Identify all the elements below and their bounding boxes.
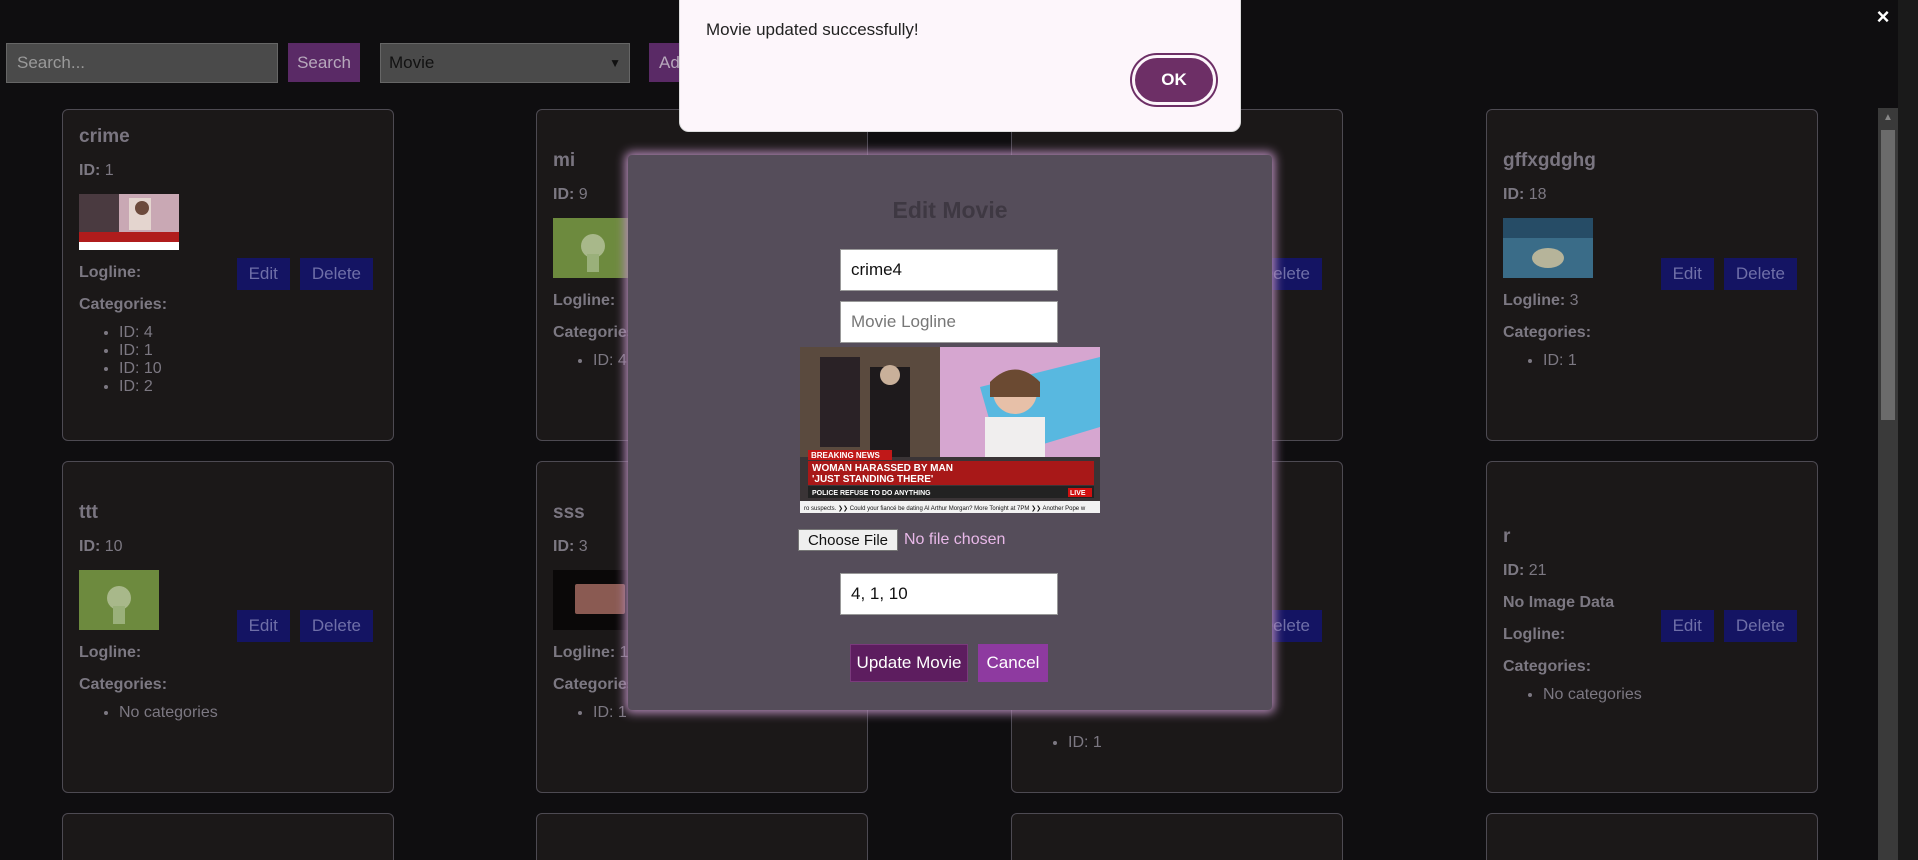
movie-card: gffxgdghg ID: 18 Edit Delete Logline: 3 … [1486,109,1818,441]
categories-input[interactable] [840,573,1058,615]
close-icon[interactable]: × [1872,6,1894,28]
card-title: gffxgdghg [1503,150,1596,171]
modal-title: Edit Movie [892,197,1008,223]
breaking-news-tag: BREAKING NEWS [811,451,881,460]
alert-dialog: Movie updated successfully! OK [679,0,1241,132]
card-image [553,218,633,278]
list-item: ID: 1 [1543,352,1801,370]
list-item: ID: 1 [119,342,377,360]
list-item: No categories [119,704,377,722]
card-actions: Edit Delete [236,258,373,290]
category-list: ID: 1 [1543,352,1801,370]
live-badge: LIVE [1070,490,1086,497]
type-select-value: Movie [389,53,435,72]
edit-button[interactable]: Edit [236,610,290,642]
scroll-thumb[interactable] [1881,130,1895,420]
edit-button[interactable]: Edit [236,258,290,290]
card-id: ID: 10 [79,538,123,555]
card-categories-label: Categories: [79,296,168,313]
type-select[interactable]: Movie ▼ [380,43,630,83]
edit-movie-modal: Edit Movie BREAKING NEWS WOMAN HARASSED … [628,155,1272,710]
movie-logline-input[interactable] [840,301,1058,343]
scrollbar[interactable]: ▲ [1878,108,1898,860]
cancel-button[interactable]: Cancel [978,644,1048,682]
choose-file-button[interactable]: Choose File [798,529,898,551]
card-image [1503,218,1593,278]
list-item: ID: 2 [119,378,377,396]
headline-line-1: WOMAN HARASSED BY MAN [812,463,953,474]
card-categories-label: Categories: [79,676,168,693]
delete-button[interactable]: Delete [1723,258,1797,290]
movie-card [1486,813,1818,860]
search-input[interactable] [6,43,278,83]
card-categories-label: Categories: [1503,658,1592,675]
update-movie-button[interactable]: Update Movie [850,644,968,682]
card-id: ID: 1 [79,162,114,179]
card-id: ID: 18 [1503,186,1547,203]
movie-card [1011,813,1343,860]
movie-name-input[interactable] [840,249,1058,291]
no-file-text: No file chosen [904,531,1006,548]
card-title: crime [79,126,130,147]
movie-card [536,813,868,860]
list-item: ID: 1 [1068,734,1102,752]
category-list: ID: 4 ID: 1 ID: 10 ID: 2 [119,324,377,396]
headline-sub: POLICE REFUSE TO DO ANYTHING [812,490,931,497]
card-actions: Edit Delete [1660,610,1797,642]
card-image [79,570,159,630]
movie-card: r ID: 21 No Image Data Edit Delete Logli… [1486,461,1818,793]
card-logline: Logline: [79,644,142,661]
scroll-up-icon[interactable]: ▲ [1882,112,1894,124]
search-button[interactable]: Search [288,43,360,82]
edit-button[interactable]: Edit [1660,258,1714,290]
movie-card: crime ID: 1 Edit Delete Logline: Categor… [62,109,394,441]
headline-line-2: 'JUST STANDING THERE' [812,474,933,485]
ok-button[interactable]: OK [1132,55,1216,105]
card-actions: Edit Delete [236,610,373,642]
card-image [79,194,179,250]
delete-button[interactable]: Delete [299,610,373,642]
chevron-down-icon: ▼ [609,56,621,70]
movie-image-preview: BREAKING NEWS WOMAN HARASSED BY MAN 'JUS… [800,347,1100,513]
card-id: ID: 21 [1503,562,1547,579]
card-actions: Edit Delete [1660,258,1797,290]
card-categories-label: Categories: [1503,324,1592,341]
delete-button[interactable]: Delete [1723,610,1797,642]
movie-card: ttt ID: 10 Edit Delete Logline: Categori… [62,461,394,793]
category-list: No categories [1543,686,1801,704]
list-item: No categories [1543,686,1801,704]
delete-button[interactable]: Delete [299,258,373,290]
window-edge [1898,0,1918,860]
card-image [553,570,633,630]
alert-message: Movie updated successfully! [706,20,919,39]
category-list: No categories [119,704,377,722]
movie-card [62,813,394,860]
card-logline: Logline: 3 [1503,292,1579,309]
category-list: ID: 1 [1068,734,1102,752]
list-item: ID: 10 [119,360,377,378]
news-ticker: ro suspects. ❯❯ Could your fiancé be dat… [804,505,1086,512]
list-item: ID: 4 [119,324,377,342]
card-title: r [1503,526,1511,547]
edit-button[interactable]: Edit [1660,610,1714,642]
card-title: ttt [79,502,98,523]
